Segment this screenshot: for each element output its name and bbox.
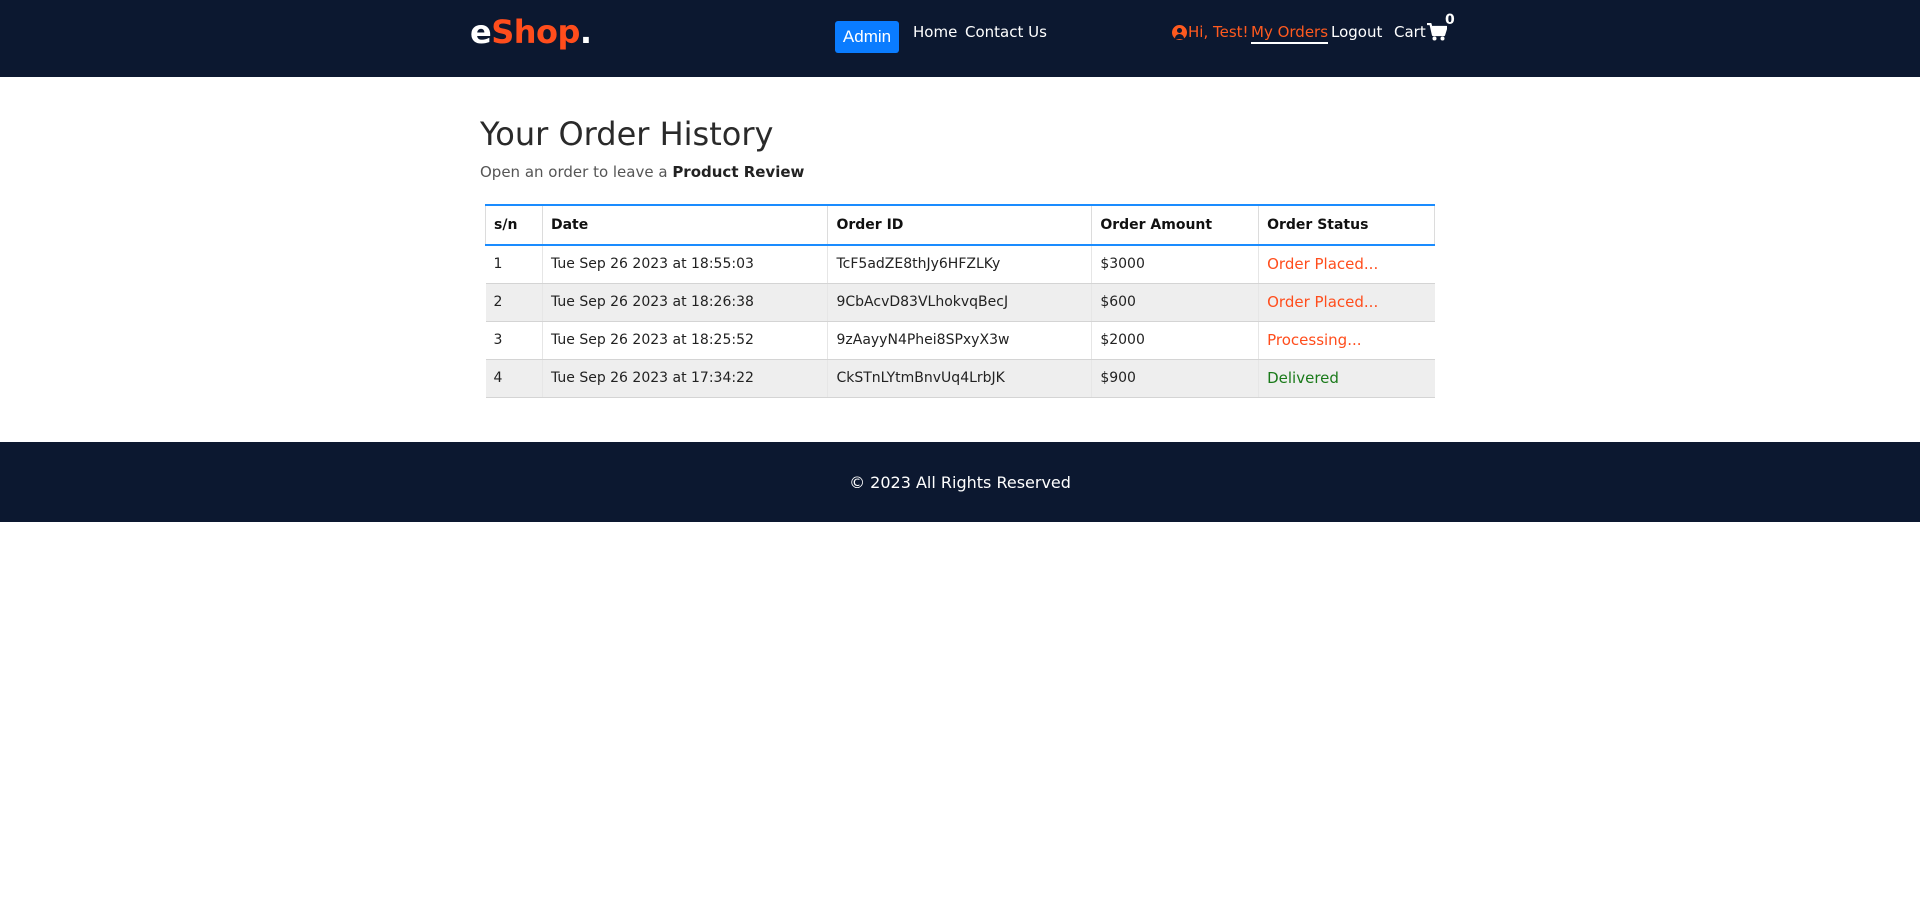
column-header-order-id: Order ID bbox=[827, 204, 1093, 246]
order-id: CkSTnLYtmBnvUq4LrbJK bbox=[827, 359, 1092, 398]
table-row[interactable]: 1 Tue Sep 26 2023 at 18:55:03 TcF5adZE8t… bbox=[485, 245, 1435, 284]
admin-button[interactable]: Admin bbox=[835, 21, 899, 53]
order-amount: $600 bbox=[1091, 283, 1259, 322]
user-circle-icon bbox=[1172, 24, 1187, 40]
nav-home-link[interactable]: Home bbox=[913, 22, 957, 42]
order-id: TcF5adZE8thJy6HFZLKy bbox=[827, 245, 1092, 284]
orders-table: s/n Date Order ID Order Amount Order Sta… bbox=[485, 204, 1435, 398]
order-date: Tue Sep 26 2023 at 18:26:38 bbox=[541, 283, 828, 322]
page-footer: © 2023 All Rights Reserved bbox=[0, 442, 1920, 522]
nav-my-orders-link[interactable]: My Orders bbox=[1251, 22, 1329, 44]
page-subtitle: Open an order to leave a Product Review bbox=[480, 162, 804, 182]
order-status: Delivered bbox=[1258, 359, 1435, 398]
order-sn: 4 bbox=[485, 359, 543, 398]
logo-accent: Shop bbox=[491, 13, 580, 51]
order-amount: $2000 bbox=[1091, 321, 1259, 360]
order-status: Order Placed... bbox=[1258, 245, 1435, 284]
order-date: Tue Sep 26 2023 at 18:55:03 bbox=[541, 245, 828, 284]
order-amount: $900 bbox=[1091, 359, 1259, 398]
order-id: 9CbAcvD83VLhokvqBecJ bbox=[827, 283, 1092, 322]
user-greeting-text: Hi, Test! bbox=[1188, 23, 1249, 41]
logo-prefix: e bbox=[470, 13, 492, 51]
order-date: Tue Sep 26 2023 at 17:34:22 bbox=[541, 359, 828, 398]
column-header-order-amount: Order Amount bbox=[1091, 204, 1260, 246]
page-title: Your Order History bbox=[480, 115, 774, 153]
logo-suffix: . bbox=[579, 13, 592, 51]
order-amount: $3000 bbox=[1091, 245, 1259, 284]
nav-contact-link[interactable]: Contact Us bbox=[965, 22, 1047, 42]
cart-link[interactable]: Cart bbox=[1394, 20, 1447, 44]
order-sn: 1 bbox=[485, 245, 543, 284]
order-id: 9zAayyN4Phei8SPxyX3w bbox=[827, 321, 1092, 360]
table-row[interactable]: 2 Tue Sep 26 2023 at 18:26:38 9CbAcvD83V… bbox=[485, 283, 1435, 322]
subtitle-bold: Product Review bbox=[672, 163, 805, 181]
cart-label: Cart bbox=[1394, 23, 1426, 41]
table-row[interactable]: 4 Tue Sep 26 2023 at 17:34:22 CkSTnLYtmB… bbox=[485, 359, 1435, 398]
order-date: Tue Sep 26 2023 at 18:25:52 bbox=[541, 321, 828, 360]
table-row[interactable]: 3 Tue Sep 26 2023 at 18:25:52 9zAayyN4Ph… bbox=[485, 321, 1435, 360]
top-navbar: eShop. Admin Home Contact Us Hi, Test! M… bbox=[0, 0, 1920, 77]
column-header-order-status: Order Status bbox=[1258, 204, 1435, 246]
column-header-date: Date bbox=[541, 204, 829, 246]
order-status: Processing... bbox=[1258, 321, 1435, 360]
order-sn: 3 bbox=[485, 321, 543, 360]
column-header-sn: s/n bbox=[485, 204, 543, 246]
footer-copyright: © 2023 All Rights Reserved bbox=[849, 472, 1071, 492]
table-header-row: s/n Date Order ID Order Amount Order Sta… bbox=[485, 204, 1435, 246]
cart-count-badge: 0 bbox=[1445, 12, 1455, 28]
shopping-cart-icon bbox=[1426, 23, 1447, 41]
subtitle-text: Open an order to leave a bbox=[480, 163, 673, 181]
order-sn: 2 bbox=[485, 283, 543, 322]
user-greeting[interactable]: Hi, Test! bbox=[1172, 22, 1249, 42]
eshop-logo[interactable]: eShop. bbox=[470, 12, 592, 52]
order-status: Order Placed... bbox=[1258, 283, 1435, 322]
logout-link[interactable]: Logout bbox=[1331, 22, 1382, 42]
